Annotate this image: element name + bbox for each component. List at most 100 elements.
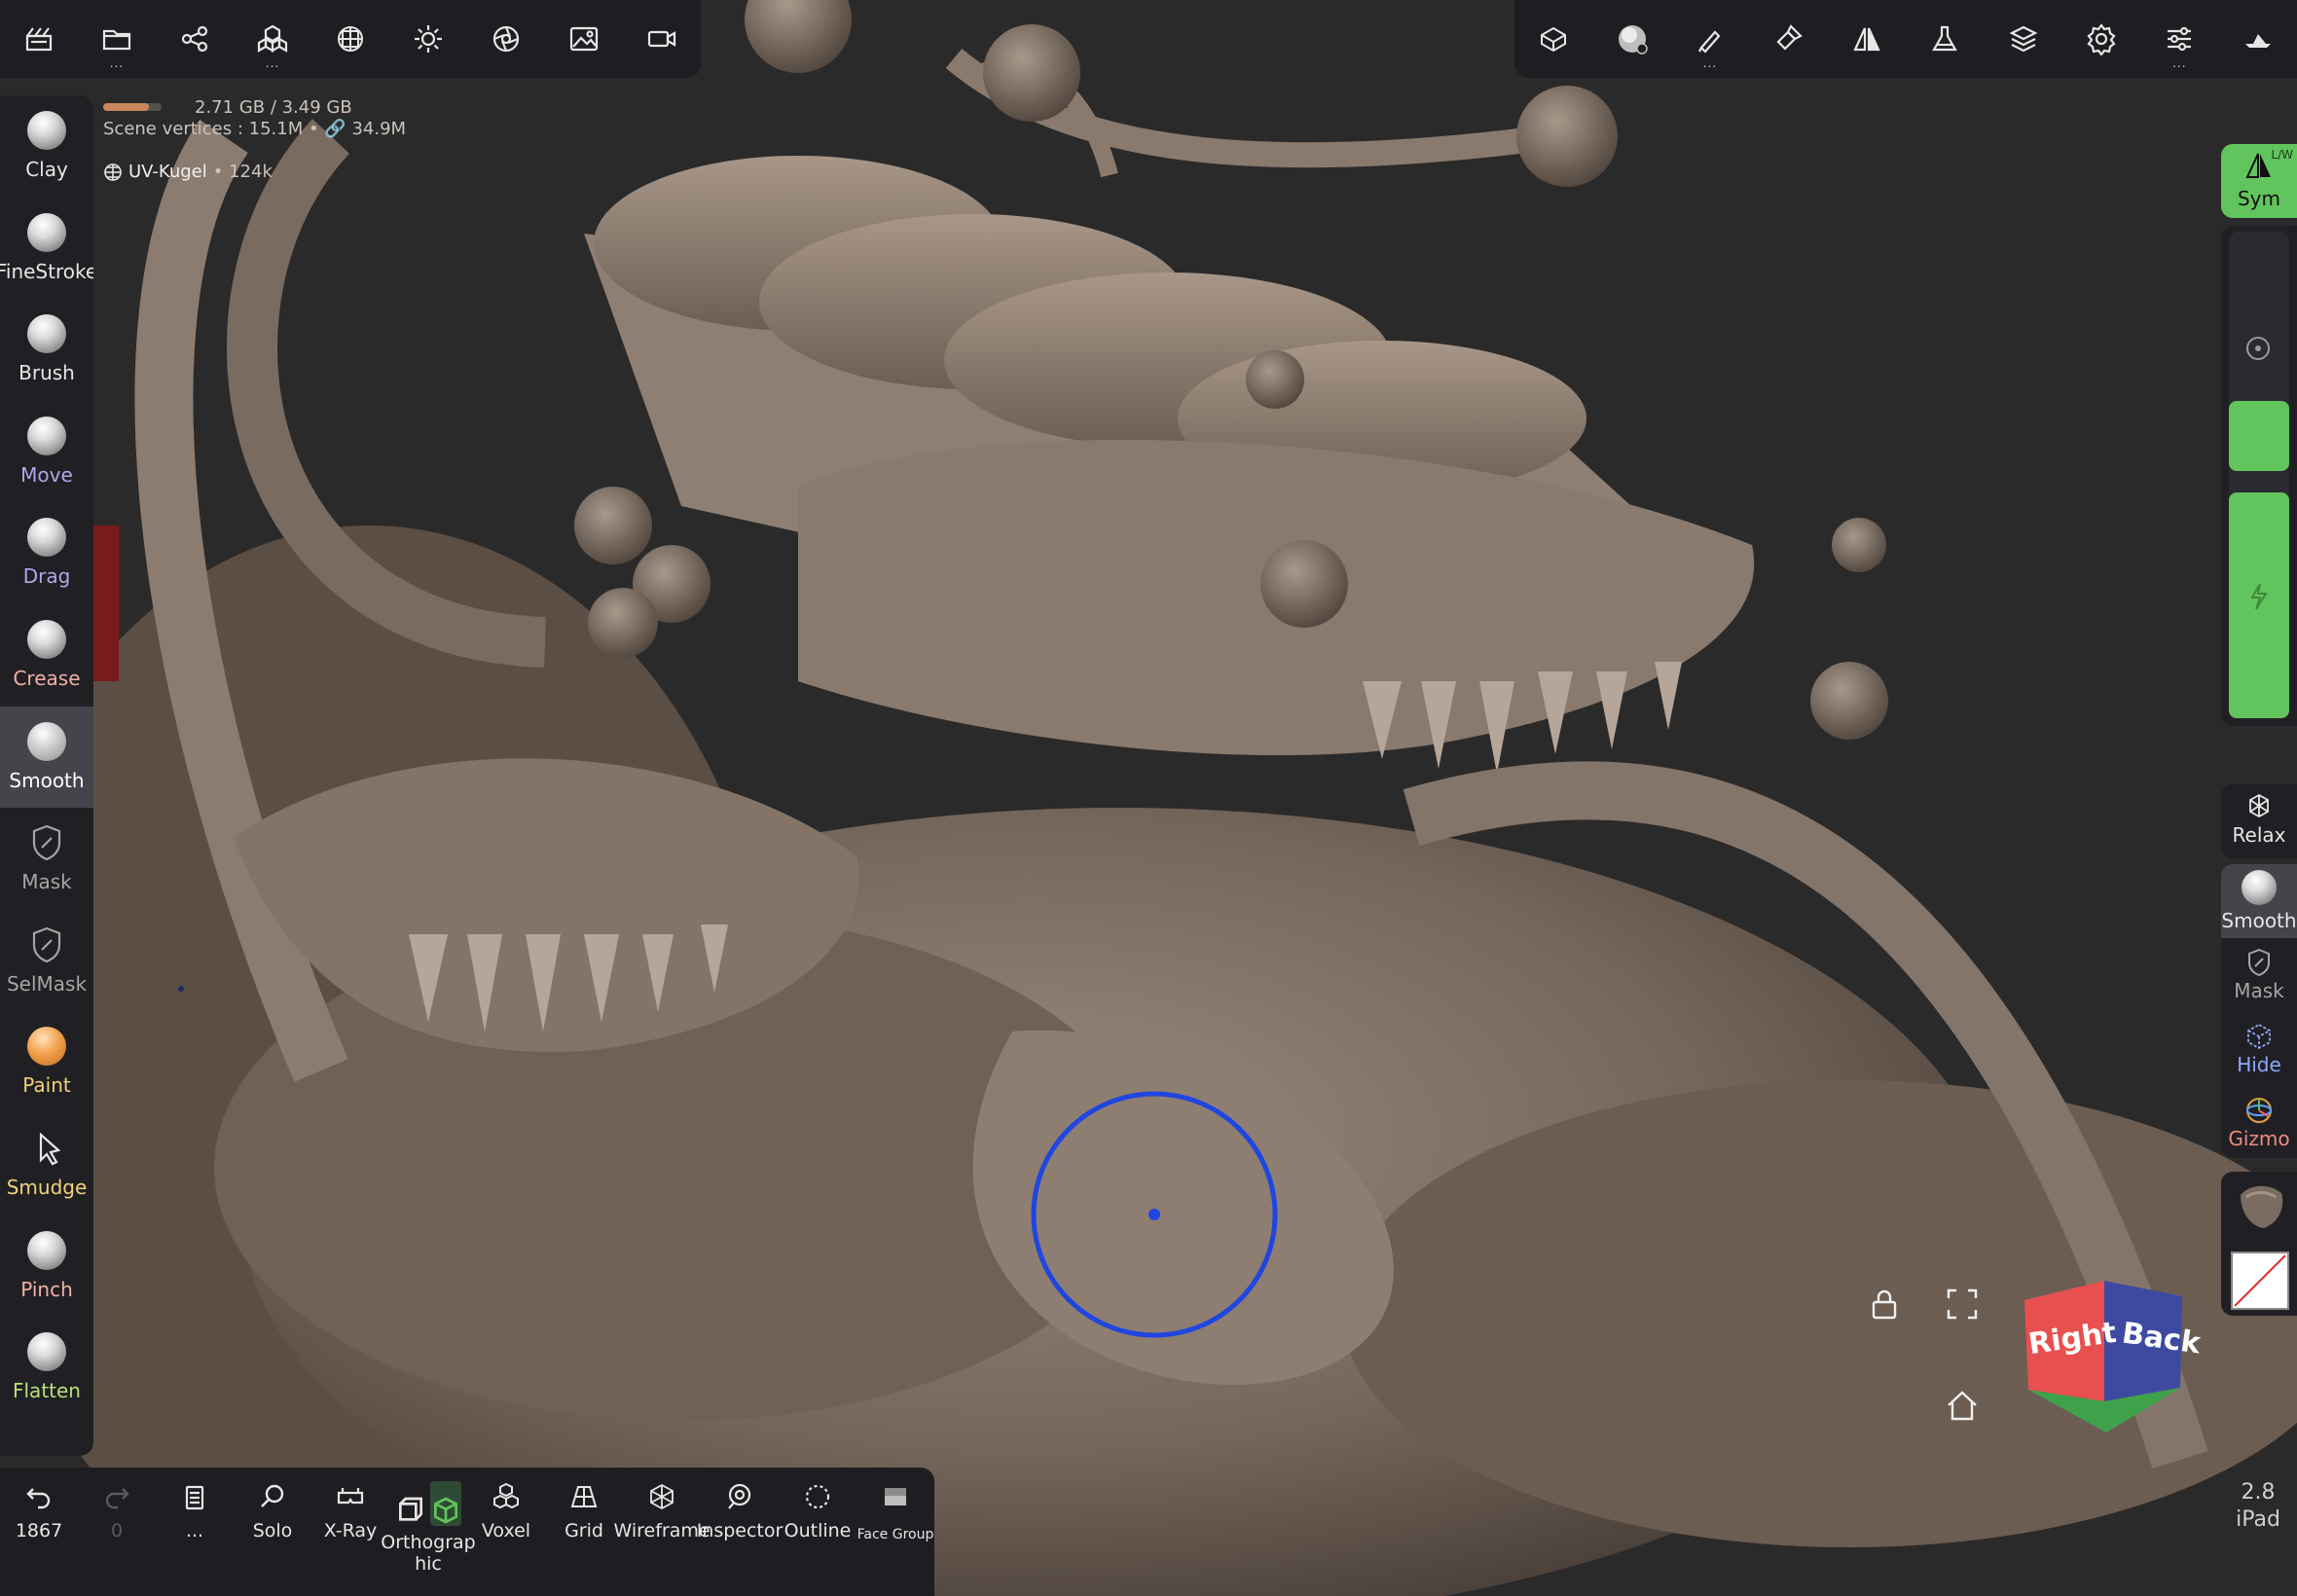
solo-button[interactable]: Solo: [234, 1468, 311, 1596]
tool-crease[interactable]: Crease: [0, 604, 93, 706]
lock-icon: [1865, 1285, 1904, 1324]
tool-drag[interactable]: Drag: [0, 502, 93, 603]
active-object[interactable]: UV-Kugel • 124k: [103, 162, 273, 182]
inspector-button[interactable]: Inspector: [697, 1468, 783, 1596]
share-icon: [178, 22, 211, 55]
tool-pinch[interactable]: Pinch: [0, 1215, 93, 1317]
symmetry-icon: [1850, 22, 1883, 55]
settings-button[interactable]: [2062, 0, 2140, 78]
orthographic-label: Orthograp hic: [381, 1532, 476, 1575]
redo-button[interactable]: 0: [78, 1468, 156, 1596]
stroke-icon: [1694, 22, 1727, 55]
tool-smudge[interactable]: Smudge: [0, 1113, 93, 1215]
gizmo-icon: [2244, 1096, 2274, 1125]
pinch-brush-icon: [27, 1230, 66, 1270]
scene-vertices: Scene vertices : 15.1M • 🔗 34.9M: [103, 119, 406, 139]
drag-brush-icon: [27, 518, 66, 558]
home-view-button[interactable]: [1943, 1386, 1982, 1425]
xray-goggles-icon: [335, 1468, 366, 1512]
selmask-brush-icon: [29, 925, 64, 964]
sym-label: Sym: [2237, 187, 2280, 210]
bottom-toolbar: 1867 0 ... Solo X-Ray Orthograp hic Voxel…: [0, 1468, 934, 1596]
smooth-brush-icon: [27, 721, 66, 761]
quick-smooth-button[interactable]: Smooth: [2221, 864, 2297, 938]
folder-icon: [100, 22, 133, 55]
tool-clay[interactable]: Clay: [0, 95, 93, 197]
primitives-button[interactable]: ...: [234, 0, 311, 78]
sculpt-viewport[interactable]: [0, 0, 2297, 1596]
tool-finestroke[interactable]: FineStroke: [0, 198, 93, 299]
orthographic-button[interactable]: Orthograp hic: [381, 1468, 476, 1596]
tool-label: Smooth: [9, 768, 85, 792]
frame-button[interactable]: [1943, 1285, 1982, 1324]
grid-button[interactable]: Grid: [545, 1468, 623, 1596]
memory-text: 2.71 GB / 3.49 GB: [195, 97, 352, 118]
facegroup-button[interactable]: Face Group: [857, 1468, 934, 1596]
brush-brush-icon: [27, 314, 66, 354]
tool-mask[interactable]: Mask: [0, 808, 93, 909]
topology-button[interactable]: [1514, 0, 1592, 78]
vertices-total: 34.9M: [351, 119, 407, 139]
undo-button[interactable]: 1867: [0, 1468, 78, 1596]
layers-button[interactable]: [1985, 0, 2062, 78]
tools-button[interactable]: [1906, 0, 1984, 78]
mask-brush-icon: [29, 823, 64, 862]
smooth-brush-icon: [1616, 22, 1649, 55]
symmetry-button[interactable]: [1828, 0, 1906, 78]
tool-move[interactable]: Move: [0, 401, 93, 502]
quick-hide-button[interactable]: Hide: [2221, 1016, 2297, 1088]
tool-label: SelMask: [6, 971, 88, 996]
version-device: iPad: [2236, 1507, 2280, 1532]
inspector-icon: [724, 1468, 755, 1512]
radius-slider[interactable]: [2229, 401, 2289, 471]
quick-mask-button[interactable]: Mask: [2221, 942, 2297, 1014]
tool-label: Brush: [18, 361, 75, 385]
navigation-cube[interactable]: Right Back: [2017, 1275, 2203, 1440]
scene-button[interactable]: [0, 0, 78, 78]
voxel-label: Voxel: [481, 1520, 531, 1542]
mask-icon: [2245, 948, 2273, 977]
move-brush-icon: [27, 416, 66, 455]
tool-flatten[interactable]: Flatten: [0, 1317, 93, 1418]
share-button[interactable]: [156, 0, 234, 78]
quick-hide-label: Hide: [2237, 1053, 2281, 1076]
sliders-button[interactable]: ...: [2140, 0, 2218, 78]
sym-toggle[interactable]: L/W Sym: [2221, 144, 2297, 218]
matcap-preview[interactable]: [2233, 1179, 2287, 1234]
quick-gizmo-button[interactable]: Gizmo: [2221, 1090, 2297, 1158]
files-button[interactable]: ...: [78, 0, 156, 78]
material-button[interactable]: [311, 0, 389, 78]
flask-icon: [1928, 22, 1961, 55]
grid-label: Grid: [565, 1520, 603, 1542]
painting-button[interactable]: [1749, 0, 1827, 78]
tool-brush[interactable]: Brush: [0, 299, 93, 400]
stroke-button[interactable]: ...: [1671, 0, 1749, 78]
camera-button[interactable]: [623, 0, 701, 78]
tool-label: Paint: [22, 1073, 71, 1098]
relax-button[interactable]: Relax: [2221, 784, 2297, 858]
background-image-button[interactable]: [545, 0, 623, 78]
light-button[interactable]: [389, 0, 467, 78]
tool-paint[interactable]: Paint: [0, 1011, 93, 1112]
radius-dot-icon: [2244, 335, 2272, 362]
tool-label: Flatten: [13, 1379, 81, 1403]
relax-label: Relax: [2232, 823, 2286, 847]
more-button[interactable]: ...: [156, 1468, 234, 1596]
interface-button[interactable]: [2219, 0, 2297, 78]
postprocess-button[interactable]: [467, 0, 545, 78]
tool-smooth[interactable]: Smooth: [0, 706, 93, 808]
brush-preview-button[interactable]: [1593, 0, 1671, 78]
version-number: 2.8: [2241, 1480, 2276, 1505]
quick-tools-panel: Smooth Mask Hide Gizmo: [2221, 864, 2297, 1158]
tool-label: Clay: [25, 158, 68, 181]
alpha-preview[interactable]: [2231, 1251, 2289, 1310]
wireframe-button[interactable]: Wireframe: [613, 1468, 711, 1596]
xray-button[interactable]: X-Ray: [311, 1468, 389, 1596]
smudge-brush-icon: [27, 1129, 66, 1168]
lock-camera-button[interactable]: [1865, 1285, 1904, 1324]
crease-brush-icon: [27, 620, 66, 659]
background-image-icon: [567, 22, 601, 55]
voxel-button[interactable]: Voxel: [467, 1468, 545, 1596]
outline-button[interactable]: Outline: [779, 1468, 857, 1596]
tool-selmask[interactable]: SelMask: [0, 910, 93, 1011]
